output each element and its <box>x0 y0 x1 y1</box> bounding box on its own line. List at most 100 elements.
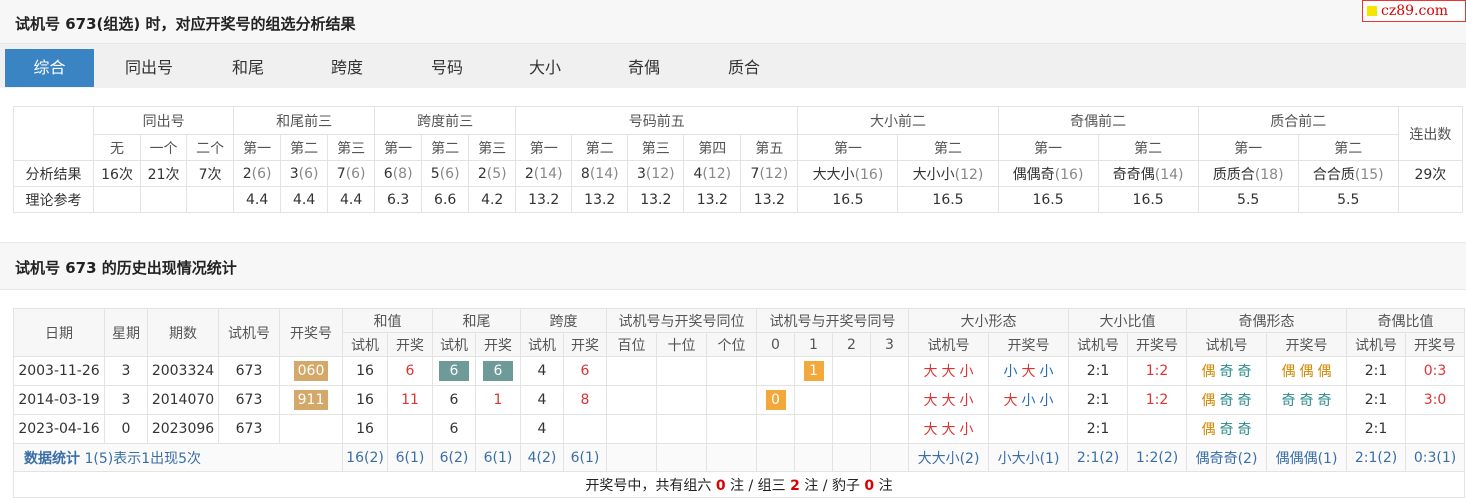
result-value: 29次 <box>1414 166 1447 183</box>
column-header: 试机号与开奖号同号 <box>756 308 910 333</box>
summary-footer: 开奖号中，共有组六 0 注 / 组三 2 注 / 豹子 0 注 <box>12 471 1466 498</box>
same-digit-cell <box>756 414 796 444</box>
history-table: 日期 星期 期数 试机号 开奖号 和值 和尾 跨度 试机号与开奖号同位 试机号与开奖号同号 大小形态… <box>12 308 1466 498</box>
tab-sum-tail[interactable]: 和尾 <box>206 49 290 87</box>
sub-column-header: 试机号 <box>1068 332 1129 357</box>
same-position-cell <box>656 414 707 444</box>
result-cell: 奇奇偶(14) <box>1097 160 1199 187</box>
result-count: (16) <box>1054 166 1084 183</box>
result-cell: 偶偶奇(16) <box>997 160 1099 187</box>
sub-column-header: 试机号 <box>908 332 990 357</box>
result-value: 2 <box>477 165 487 182</box>
sub-header: 第一 <box>997 134 1099 161</box>
stats-cell: 4(2) <box>520 443 564 472</box>
reference-cell: 4.4 <box>327 186 376 213</box>
stats-cell: 偶偶偶(1) <box>1266 443 1348 472</box>
span-draw-cell <box>563 414 607 444</box>
result-cell: 合合质(15) <box>1297 160 1399 187</box>
shape-char: 小 <box>1021 393 1036 409</box>
same-digit-cell <box>870 356 910 386</box>
stats-cell <box>606 443 657 472</box>
shape-cell: 偶奇奇 <box>1186 385 1268 415</box>
result-cell: 7次 <box>186 160 235 187</box>
same-digit-cell <box>870 414 910 444</box>
result-cell: 16次 <box>93 160 142 187</box>
column-header: 试机号与开奖号同位 <box>605 308 758 333</box>
span-draw-cell: 6 <box>563 356 607 386</box>
issue-cell: 2014070 <box>147 385 219 415</box>
shape-char: 大 <box>1003 393 1018 409</box>
group-header: 质合前二 <box>1197 106 1399 135</box>
shape-char: 大 <box>941 393 956 409</box>
sub-header: 第二 <box>280 134 329 161</box>
size-ratio-test: 2:1 <box>1068 356 1129 386</box>
tail-test-cell: 6 <box>432 385 476 415</box>
result-value: 3 <box>289 165 299 182</box>
same-digit-cell: 0 <box>756 385 796 415</box>
shape-char: 小 <box>1003 364 1018 380</box>
span-test-cell: 4 <box>520 414 564 444</box>
tab-size[interactable]: 大小 <box>502 49 588 87</box>
shape-cell: 大大小 <box>908 385 990 415</box>
group-header: 同出号 <box>93 106 235 135</box>
tab-numbers[interactable]: 号码 <box>403 49 491 87</box>
shape-char: 偶 <box>1317 364 1332 380</box>
sub-header: 第五 <box>740 134 799 161</box>
result-value: 7 <box>336 165 346 182</box>
corner-cell <box>12 106 95 161</box>
sub-header: 第二 <box>897 134 999 161</box>
shape-cell <box>1266 414 1348 444</box>
result-value: 3 <box>636 165 646 182</box>
sub-header: 无 <box>93 134 142 161</box>
shape-char: 奇 <box>1281 393 1296 409</box>
result-value: 合合质 <box>1312 166 1355 183</box>
sub-header: 第三 <box>468 134 517 161</box>
sum-test-cell: 16 <box>342 385 388 415</box>
column-header: 期数 <box>147 308 219 357</box>
history-section-header: 试机号 673 的历史出现情况统计 <box>0 242 1466 290</box>
column-header: 试机号 <box>218 308 280 357</box>
tail-draw-cell: 6 <box>475 356 521 386</box>
table-row: 2023-04-16 0 2023096 673 16 6 4 大大小 2:1 偶奇奇 2:1 <box>13 414 1466 444</box>
reference-cell: 5.5 <box>1197 186 1299 213</box>
result-cell: 质质合(18) <box>1197 160 1299 187</box>
tab-prime-composite[interactable]: 质合 <box>700 49 788 87</box>
test-number-cell: 673 <box>218 385 280 415</box>
result-value: 偶偶奇 <box>1012 166 1055 183</box>
result-cell: 29次 <box>1397 160 1464 187</box>
date-cell: 2003-11-26 <box>13 356 105 386</box>
sum-test-cell: 16 <box>342 356 388 386</box>
column-header: 大小形态 <box>908 308 1070 333</box>
stats-cell: 小大小(1) <box>988 443 1070 472</box>
tab-overview[interactable]: 综合 <box>5 49 94 87</box>
stats-cell: 2:1(2) <box>1346 443 1407 472</box>
same-position-cell <box>606 356 657 386</box>
column-header: 大小比值 <box>1068 308 1188 333</box>
reference-cell: 13.2 <box>683 186 742 213</box>
result-count: (12) <box>645 165 675 182</box>
same-digit-cell <box>794 385 834 415</box>
same-digit-cell: 1 <box>794 356 834 386</box>
logo-text: cz89.com <box>1381 3 1449 19</box>
sub-column-header: 试机号 <box>1186 332 1268 357</box>
site-logo[interactable]: cz89.com <box>1362 0 1466 22</box>
tail-draw-cell: 1 <box>475 385 521 415</box>
tab-same-digits[interactable]: 同出号 <box>104 49 194 87</box>
date-cell: 2023-04-16 <box>13 414 105 444</box>
column-header: 和值 <box>342 308 433 333</box>
shape-char: 奇 <box>1219 422 1234 438</box>
reference-cell: 4.4 <box>280 186 329 213</box>
sub-column-header: 开奖 <box>387 332 433 357</box>
tail-match-badge: 6 <box>439 361 469 381</box>
tab-odd-even[interactable]: 奇偶 <box>600 49 688 87</box>
shape-char: 奇 <box>1299 393 1314 409</box>
shape-char: 小 <box>959 364 974 380</box>
same-digit-cell <box>794 414 834 444</box>
same-position-cell <box>705 414 758 444</box>
tab-span[interactable]: 跨度 <box>303 49 391 87</box>
stats-cell: 2:1(2) <box>1068 443 1129 472</box>
sub-header: 第三 <box>327 134 376 161</box>
result-cell: 2(6) <box>233 160 282 187</box>
result-count: (12) <box>954 166 984 183</box>
stats-cell <box>656 443 707 472</box>
